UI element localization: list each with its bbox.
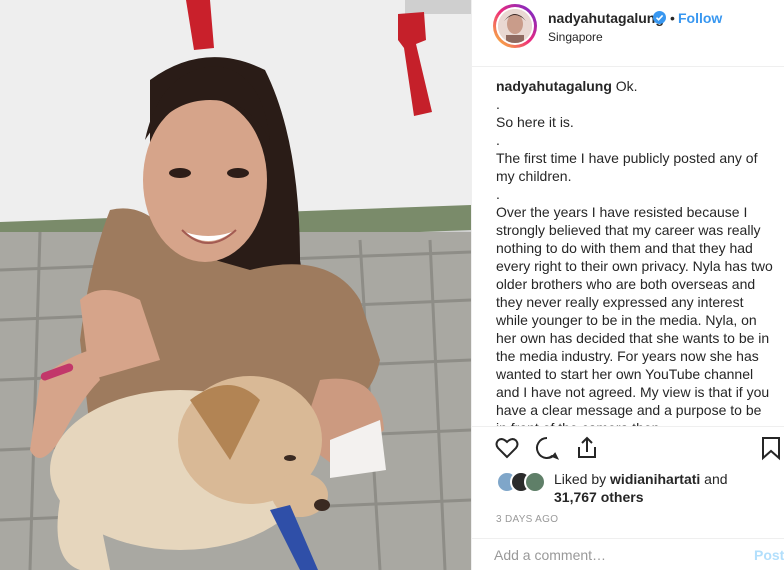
avatar-ring [496, 7, 534, 45]
caption-line: nadyahutagalung Ok. [496, 77, 776, 95]
caption-line: . [496, 96, 500, 112]
liker-username[interactable]: widianihartati [610, 471, 700, 487]
post-photo-illustration [0, 0, 471, 570]
post-username[interactable]: nadyahutagalung [548, 10, 664, 26]
header-separator: • [670, 10, 675, 26]
caption-line: . [496, 186, 500, 202]
liker-avatar [524, 471, 546, 493]
likes-count[interactable]: 31,767 others [554, 489, 644, 505]
bookmark-icon[interactable] [758, 435, 784, 461]
follow-button[interactable]: Follow [678, 10, 722, 26]
caption-line: The first time I have publicly posted an… [496, 150, 762, 184]
likes-text: Liked by widianihartati and 31,767 other… [554, 470, 728, 506]
likes-conj: and [704, 471, 728, 487]
avatar[interactable] [493, 4, 537, 48]
post-photo[interactable] [0, 0, 471, 570]
post-side-panel: nadyahutagalung • Follow Singapore nadya… [471, 0, 784, 570]
post-actions [472, 426, 784, 467]
post-timestamp[interactable]: 3 DAYS AGO [496, 514, 558, 525]
share-icon[interactable] [574, 435, 600, 461]
verified-badge-icon [653, 11, 666, 24]
caption-line: . [496, 132, 500, 148]
comment-icon[interactable] [534, 435, 560, 461]
caption-line: Over the years I have resisted because I… [496, 204, 773, 427]
caption-line: So here it is. [496, 114, 574, 130]
post-location[interactable]: Singapore [548, 30, 603, 44]
post-comment-button[interactable]: Post [754, 547, 784, 563]
caption-text: Ok. [615, 78, 638, 94]
likes-summary: Liked by widianihartati and 31,767 other… [496, 467, 776, 507]
avatar-portrait-icon [498, 9, 532, 43]
comment-box: Post [472, 538, 784, 571]
comment-input[interactable] [494, 547, 734, 563]
avatar-image [498, 9, 532, 43]
post-header: nadyahutagalung • Follow Singapore [472, 0, 784, 67]
caption-username[interactable]: nadyahutagalung [496, 78, 612, 94]
likes-prefix: Liked by [554, 471, 607, 487]
post-caption: nadyahutagalung Ok. . So here it is. . T… [496, 77, 776, 427]
heart-icon[interactable] [494, 435, 520, 461]
